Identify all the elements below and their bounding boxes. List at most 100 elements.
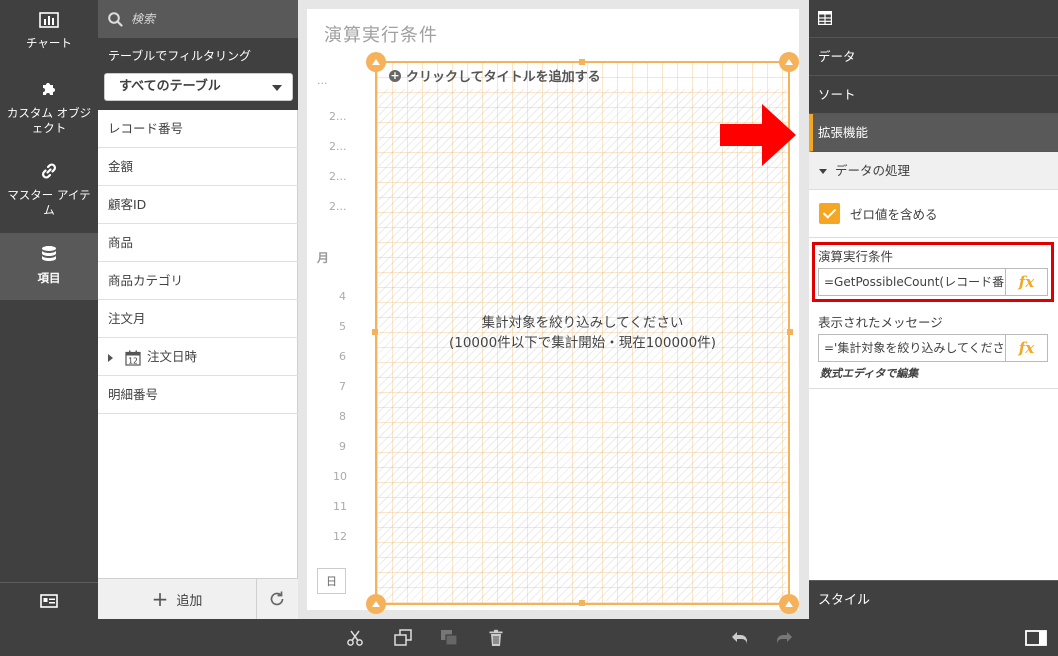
table-icon: [817, 10, 833, 26]
delete-button[interactable]: [485, 627, 507, 649]
id-card-icon: [40, 594, 58, 608]
search-bar: [98, 0, 298, 38]
field-label: 注文月: [108, 311, 146, 326]
trash-icon: [489, 629, 503, 646]
tab-style[interactable]: スタイル: [809, 580, 1058, 619]
bar-chart-icon: [39, 12, 59, 28]
paste-button[interactable]: [438, 627, 460, 649]
nav-item-custom-objects[interactable]: カスタム オブジェクト: [0, 68, 98, 150]
list-item[interactable]: 商品カテゴリ: [98, 262, 298, 300]
tab-label: 拡張機能: [818, 125, 869, 140]
redo-button[interactable]: [774, 627, 796, 649]
properties-panel: データ ソート 拡張機能 データの処理 ゼロ値を含める 演算実行条件 =GetP…: [809, 0, 1058, 619]
message-input[interactable]: ='集計対象を絞り込みしてくださ: [819, 335, 1005, 361]
resize-corner-top-right[interactable]: [779, 52, 799, 72]
nav-bottom-button[interactable]: [0, 582, 98, 619]
bg-month-label: 12: [333, 530, 347, 543]
filter-selected-value: すべてのテーブル: [119, 79, 221, 94]
nav-item-label: 項目: [37, 271, 61, 285]
list-item[interactable]: 注文月: [98, 300, 298, 338]
include-zero-row: ゼロ値を含める: [809, 190, 1058, 238]
resize-handle-bottom[interactable]: [579, 600, 585, 606]
field-label: 商品カテゴリ: [108, 273, 184, 288]
data-handling-section-header[interactable]: データの処理: [809, 152, 1058, 190]
tab-sort[interactable]: ソート: [809, 76, 1058, 114]
bg-month-label: 9: [339, 440, 346, 453]
nav-item-fields[interactable]: 項目: [0, 233, 98, 300]
paste-icon: [441, 630, 458, 646]
red-arrow-annotation: [720, 104, 796, 166]
add-field-button[interactable]: + 追加: [98, 579, 257, 619]
left-navigation: チャート カスタム オブジェクト マスター アイテム 項目: [0, 0, 98, 619]
message-fx-button[interactable]: fx: [1005, 335, 1047, 361]
list-item[interactable]: 12 注文日時: [98, 338, 298, 376]
copy-button[interactable]: [392, 627, 414, 649]
list-item[interactable]: 商品: [98, 224, 298, 262]
field-label: レコード番号: [108, 121, 184, 136]
bg-month-label: 4: [339, 290, 346, 303]
undo-button[interactable]: [728, 627, 750, 649]
panel-toggle-button[interactable]: [1024, 627, 1048, 649]
filter-label: テーブルでフィルタリング: [108, 49, 252, 63]
search-icon: [108, 11, 123, 27]
include-zero-checkbox[interactable]: [819, 203, 840, 224]
resize-corner-top-left[interactable]: [366, 52, 386, 72]
bg-month-label: 5: [339, 320, 346, 333]
redo-icon: [777, 632, 792, 644]
sheet-title[interactable]: 演算実行条件: [324, 21, 438, 47]
resize-corner-bottom-right[interactable]: [779, 594, 799, 614]
list-item[interactable]: 顧客ID: [98, 186, 298, 224]
bg-month-header: 月: [317, 251, 330, 265]
undo-icon: [732, 632, 747, 644]
formula-editor-link[interactable]: 数式エディタで編集: [820, 365, 918, 381]
resize-handle-top[interactable]: [579, 59, 585, 65]
nav-item-master-items[interactable]: マスター アイテム: [0, 150, 98, 233]
nav-item-label: チャート: [26, 36, 72, 50]
bottom-toolbar: [0, 619, 1058, 656]
list-item[interactable]: 明細番号: [98, 376, 298, 414]
tab-label: ソート: [818, 87, 856, 102]
tab-label: データ: [818, 49, 856, 64]
bg-row-label: 2...: [329, 170, 347, 183]
calendar-icon: 12: [125, 350, 141, 366]
cut-button[interactable]: [344, 627, 366, 649]
field-label: 金額: [108, 159, 134, 174]
message-field: ='集計対象を絞り込みしてくださ fx: [818, 334, 1048, 362]
bg-month-label: 7: [339, 380, 346, 393]
bg-row-label: 2...: [329, 110, 347, 123]
message-line-1: 集計対象を絞り込みしてください: [481, 315, 684, 331]
field-label: 注文日時: [146, 349, 197, 364]
table-filter-dropdown[interactable]: すべてのテーブル: [104, 73, 293, 101]
tab-extensions[interactable]: 拡張機能: [809, 114, 1058, 152]
puzzle-icon: [43, 83, 55, 95]
background-chart: ... 2... 2... 2... 2... 月 4 5 6 7 8 9 10…: [315, 64, 375, 599]
prop-header: [809, 0, 1058, 38]
collapse-arrow-icon: [819, 169, 827, 174]
bg-row-label: 2...: [329, 200, 347, 213]
message-label: 表示されたメッセージ: [818, 315, 943, 330]
list-item[interactable]: 金額: [98, 148, 298, 186]
resize-handle-left[interactable]: [372, 329, 378, 335]
resize-handle-right[interactable]: [787, 329, 793, 335]
link-icon: [41, 163, 57, 179]
calendar-number: 12: [128, 356, 138, 365]
bg-ellipsis: ...: [317, 74, 328, 87]
nav-item-label: カスタム オブジェクト: [6, 106, 92, 135]
highlight-annotation: [812, 242, 1054, 302]
search-input[interactable]: [131, 12, 291, 26]
tab-data[interactable]: データ: [809, 38, 1058, 76]
panel-toggle-icon: [1025, 630, 1047, 646]
refresh-button[interactable]: [257, 579, 297, 619]
expand-arrow-icon[interactable]: [108, 353, 113, 362]
fields-panel: テーブルでフィルタリング すべてのテーブル レコード番号 金額 顧客ID 商品 …: [98, 0, 298, 619]
tab-label: スタイル: [818, 593, 871, 608]
message-line-2: (10000件以下で集計開始・現在100000件): [448, 335, 716, 351]
field-label: 明細番号: [108, 387, 159, 402]
nav-item-charts[interactable]: チャート: [0, 0, 98, 68]
list-item[interactable]: レコード番号: [98, 110, 298, 148]
scissors-icon: [347, 630, 363, 646]
bg-month-label: 6: [339, 350, 346, 363]
field-panel-footer: + 追加: [98, 578, 298, 619]
bg-month-label: 8: [339, 410, 346, 423]
resize-corner-bottom-left[interactable]: [366, 594, 386, 614]
